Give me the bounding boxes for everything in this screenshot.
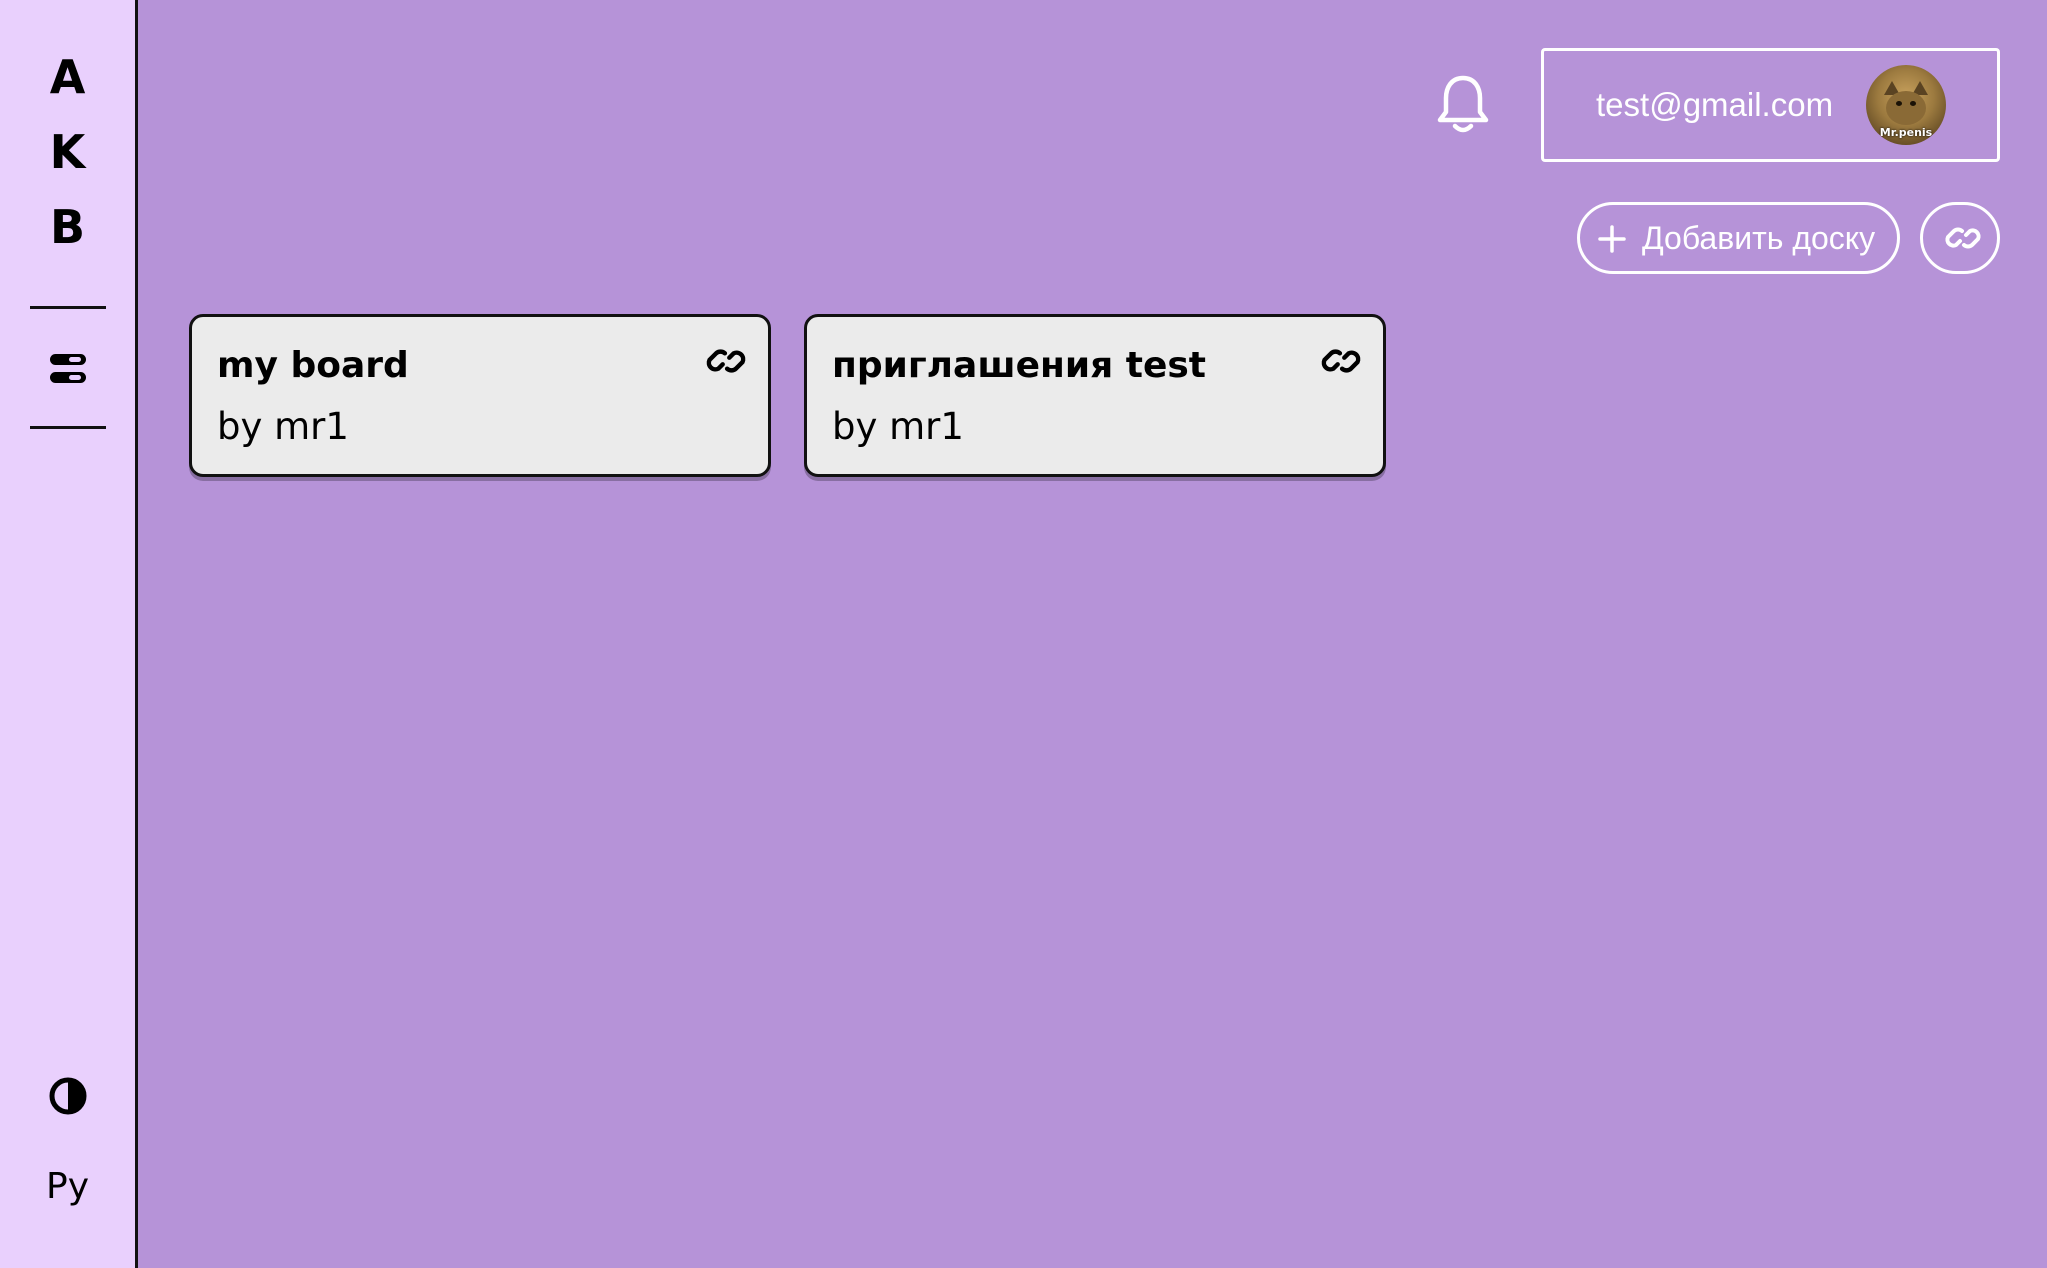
user-profile-button[interactable]: test@gmail.com Mr.penis	[1541, 48, 2000, 162]
board-card[interactable]: my board by mr1	[189, 314, 771, 477]
notifications-button[interactable]	[1433, 72, 1493, 136]
logo-letter-a: A	[49, 50, 86, 104]
sidebar-divider-bottom	[30, 426, 106, 429]
link-icon	[1321, 349, 1361, 373]
sidebar-item-boards[interactable]	[50, 354, 86, 384]
board-title: приглашения test	[832, 345, 1206, 386]
logo-letter-k: K	[49, 125, 86, 179]
board-share-link-button[interactable]	[1319, 341, 1363, 381]
join-board-by-link-button[interactable]	[1920, 202, 2000, 274]
link-icon	[706, 349, 746, 373]
add-board-button[interactable]: Добавить доску	[1577, 202, 1900, 274]
logo-letter-b: B	[49, 200, 86, 254]
plus-icon	[1598, 225, 1626, 253]
link-icon	[1945, 227, 1981, 249]
avatar-caption: Mr.penis	[1879, 126, 1933, 139]
board-title: my board	[217, 345, 409, 386]
bell-icon	[1437, 75, 1489, 133]
avatar: Mr.penis	[1866, 65, 1946, 145]
theme-toggle-button[interactable]	[48, 1076, 88, 1116]
board-card[interactable]: приглашения test by mr1	[804, 314, 1386, 477]
board-author: by mr1	[832, 405, 964, 448]
add-board-label: Добавить доску	[1642, 220, 1876, 256]
sidebar-divider-top	[30, 306, 106, 309]
board-share-link-button[interactable]	[704, 341, 748, 381]
language-switch[interactable]: Ру	[0, 1166, 135, 1207]
board-author: by mr1	[217, 405, 349, 448]
contrast-icon	[49, 1077, 87, 1115]
user-email: test@gmail.com	[1596, 86, 1834, 123]
sidebar: A K B Ру	[0, 0, 138, 1268]
